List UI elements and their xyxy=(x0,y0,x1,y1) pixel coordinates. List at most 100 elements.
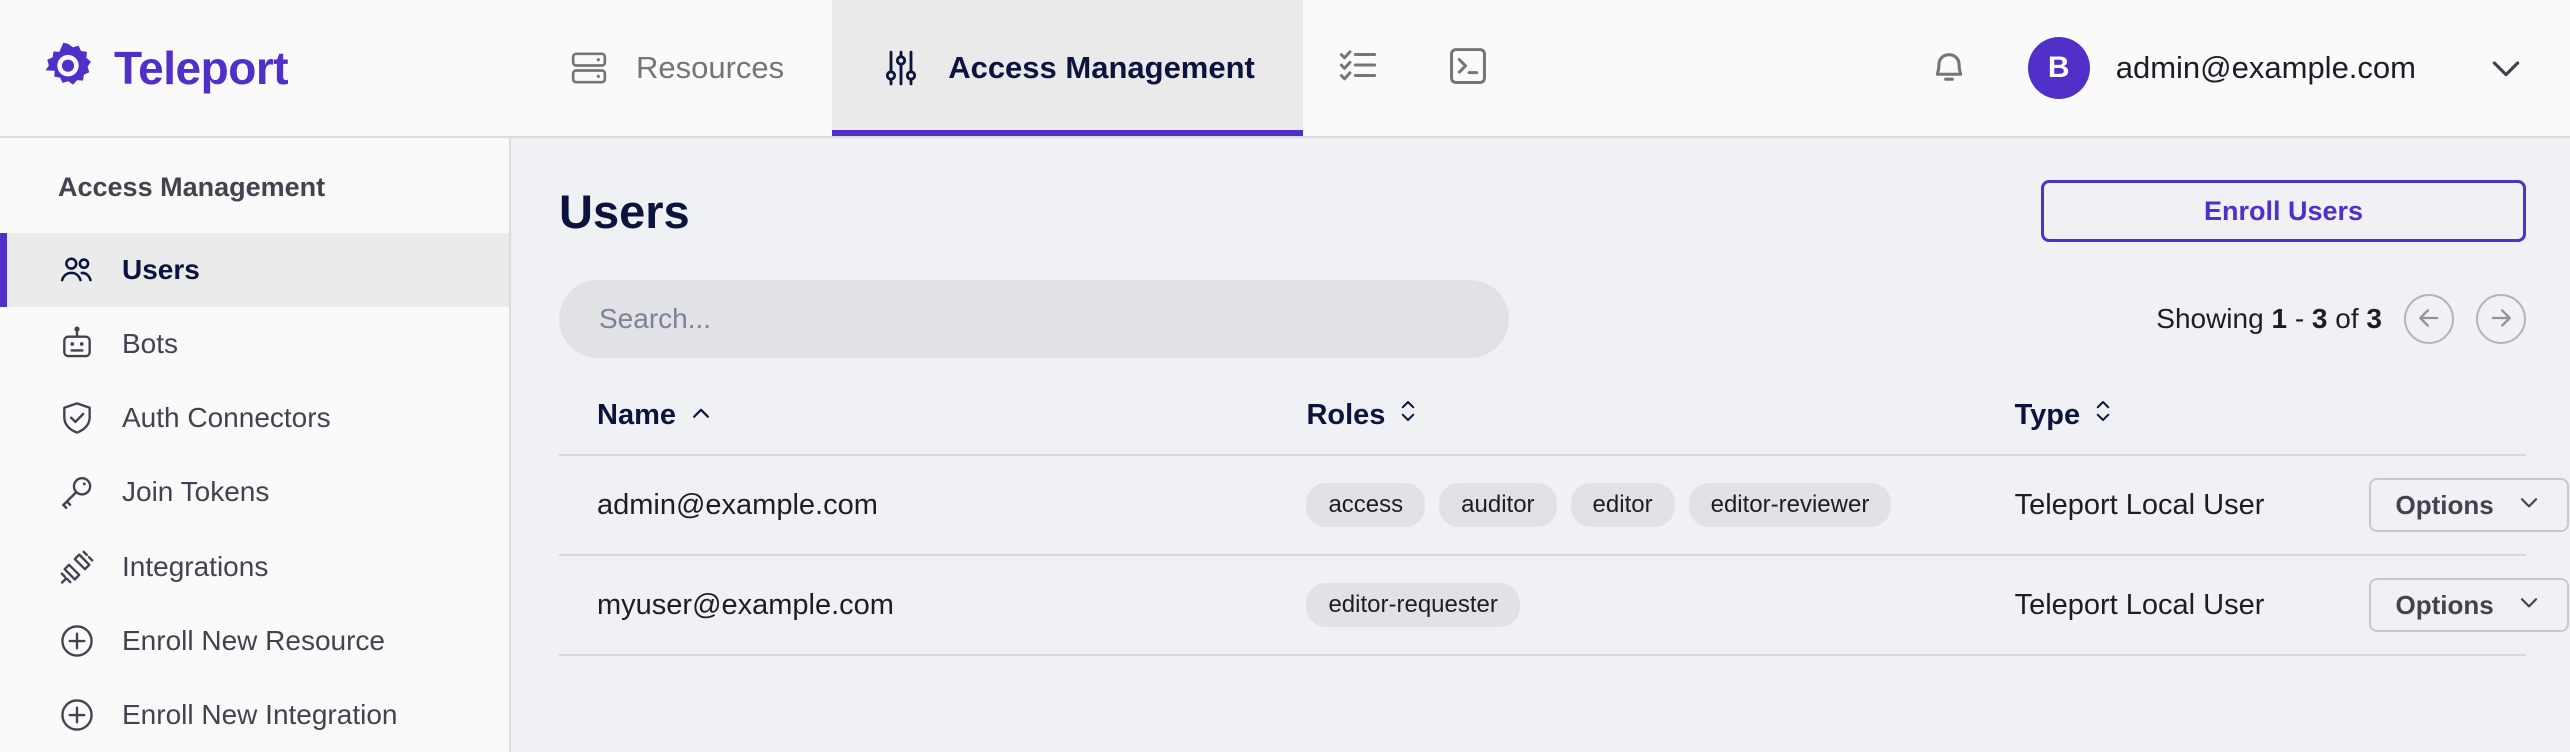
arrow-right-circle-icon xyxy=(2487,304,2515,335)
pagination-range-start: 1 xyxy=(2271,303,2287,334)
users-table-body: admin@example.com access auditor editor … xyxy=(559,455,2526,655)
checklist-nav-button[interactable] xyxy=(1303,0,1413,136)
page-header: Users Enroll Users xyxy=(559,138,2526,280)
sliders-icon xyxy=(880,47,922,89)
top-navigation-bar: Teleport Resources xyxy=(0,0,2570,138)
brand-name: Teleport xyxy=(114,41,288,95)
plus-circle-icon xyxy=(58,622,96,660)
pagination-of-label: of xyxy=(2335,303,2358,334)
users-table-head: Name Roles xyxy=(559,382,2526,455)
cell-user-roles: access auditor editor editor-reviewer xyxy=(1306,455,2014,555)
cell-user-name: myuser@example.com xyxy=(559,555,1306,655)
bell-icon xyxy=(1927,44,1971,93)
column-header-type[interactable]: Type xyxy=(2015,382,2369,455)
sidebar-item-enroll-new-resource[interactable]: Enroll New Resource xyxy=(0,604,509,678)
robot-icon xyxy=(58,325,96,363)
app-root: Teleport Resources xyxy=(0,0,2570,752)
search-field-wrapper xyxy=(559,280,1509,358)
chevron-down-icon xyxy=(2516,589,2542,622)
options-button[interactable]: Options xyxy=(2369,478,2569,532)
sidebar-item-label: Integrations xyxy=(122,551,268,583)
column-header-name[interactable]: Name xyxy=(559,382,1306,455)
sidebar-item-label: Bots xyxy=(122,328,178,360)
users-icon xyxy=(58,251,96,289)
sidebar-item-bots[interactable]: Bots xyxy=(0,307,509,381)
column-header-roles[interactable]: Roles xyxy=(1306,382,2014,455)
sidebar-item-label: Users xyxy=(122,254,200,286)
user-menu[interactable]: B admin@example.com xyxy=(2004,37,2526,99)
sidebar-item-users[interactable]: Users xyxy=(0,233,509,307)
role-pill: auditor xyxy=(1439,483,1556,527)
cell-user-name: admin@example.com xyxy=(559,455,1306,555)
role-pill: editor-reviewer xyxy=(1689,483,1892,527)
server-rack-icon xyxy=(568,47,610,89)
avatar: B xyxy=(2028,37,2090,99)
search-input[interactable] xyxy=(559,280,1509,358)
chevron-down-icon xyxy=(2486,48,2526,88)
role-pill: editor-requester xyxy=(1306,583,1519,627)
plus-circle-icon xyxy=(58,696,96,734)
column-header-name-label: Name xyxy=(597,399,676,432)
gear-logo-icon xyxy=(40,40,96,96)
cell-user-options: Options xyxy=(2369,455,2526,555)
top-bar-right-cluster: B admin@example.com xyxy=(1894,0,2570,136)
users-table: Name Roles xyxy=(559,382,2526,656)
pagination-summary: Showing 1 - 3 of 3 xyxy=(2156,303,2382,335)
sort-asc-icon xyxy=(690,399,712,432)
cell-user-type: Teleport Local User xyxy=(2015,555,2369,655)
page-title: Users xyxy=(559,184,690,239)
arrow-left-circle-icon xyxy=(2415,304,2443,335)
sidebar-item-label: Enroll New Integration xyxy=(122,699,397,731)
column-header-options xyxy=(2369,382,2526,455)
column-header-roles-label: Roles xyxy=(1306,399,1385,432)
chevron-down-icon xyxy=(2516,489,2542,522)
sort-both-icon xyxy=(1399,398,1417,432)
tab-access-management[interactable]: Access Management xyxy=(832,0,1303,136)
cell-user-roles: editor-requester xyxy=(1306,555,2014,655)
terminal-icon xyxy=(1447,45,1489,92)
table-row: myuser@example.com editor-requester Tele… xyxy=(559,555,2526,655)
sidebar-item-label: Auth Connectors xyxy=(122,402,331,434)
options-button-label: Options xyxy=(2396,590,2494,621)
user-email-label: admin@example.com xyxy=(2116,50,2416,86)
plug-icon xyxy=(58,548,96,586)
sidebar-item-auth-connectors[interactable]: Auth Connectors xyxy=(0,381,509,455)
page-body: Access Management Users xyxy=(0,138,2570,752)
key-icon xyxy=(58,473,96,511)
column-header-type-label: Type xyxy=(2015,399,2081,432)
role-pill: editor xyxy=(1571,483,1675,527)
pagination-showing-label: Showing xyxy=(2156,303,2263,334)
sidebar-item-enroll-new-integration[interactable]: Enroll New Integration xyxy=(0,678,509,752)
role-pill: access xyxy=(1306,483,1425,527)
sidebar-title: Access Management xyxy=(0,138,509,233)
sidebar: Access Management Users xyxy=(0,138,511,752)
pagination-controls: Showing 1 - 3 of 3 xyxy=(2156,294,2526,344)
options-button-label: Options xyxy=(2396,490,2494,521)
shield-check-icon xyxy=(58,399,96,437)
main-content: Users Enroll Users Showing 1 - 3 of 3 xyxy=(511,138,2570,752)
pagination-next-button[interactable] xyxy=(2476,294,2526,344)
primary-tabs: Resources Access Man xyxy=(520,0,1523,136)
options-button[interactable]: Options xyxy=(2369,578,2569,632)
terminal-nav-button[interactable] xyxy=(1413,0,1523,136)
tab-access-management-label: Access Management xyxy=(948,50,1255,86)
cell-user-options: Options xyxy=(2369,555,2526,655)
table-row: admin@example.com access auditor editor … xyxy=(559,455,2526,555)
tab-resources-label: Resources xyxy=(636,50,784,86)
sidebar-item-label: Join Tokens xyxy=(122,476,269,508)
table-header-row: Name Roles xyxy=(559,382,2526,455)
enroll-users-button[interactable]: Enroll Users xyxy=(2041,180,2526,242)
pagination-dash: - xyxy=(2295,303,2304,334)
sidebar-item-join-tokens[interactable]: Join Tokens xyxy=(0,455,509,529)
notifications-button[interactable] xyxy=(1894,44,2004,93)
sidebar-item-integrations[interactable]: Integrations xyxy=(0,530,509,604)
role-pill-group: access auditor editor editor-reviewer xyxy=(1306,483,2014,527)
role-pill-group: editor-requester xyxy=(1306,583,2014,627)
tab-resources[interactable]: Resources xyxy=(520,0,832,136)
checklist-icon xyxy=(1337,45,1379,92)
sidebar-item-label: Enroll New Resource xyxy=(122,625,385,657)
table-toolbar: Showing 1 - 3 of 3 xyxy=(559,280,2526,382)
brand-logo-area[interactable]: Teleport xyxy=(0,0,520,136)
pagination-prev-button[interactable] xyxy=(2404,294,2454,344)
cell-user-type: Teleport Local User xyxy=(2015,455,2369,555)
